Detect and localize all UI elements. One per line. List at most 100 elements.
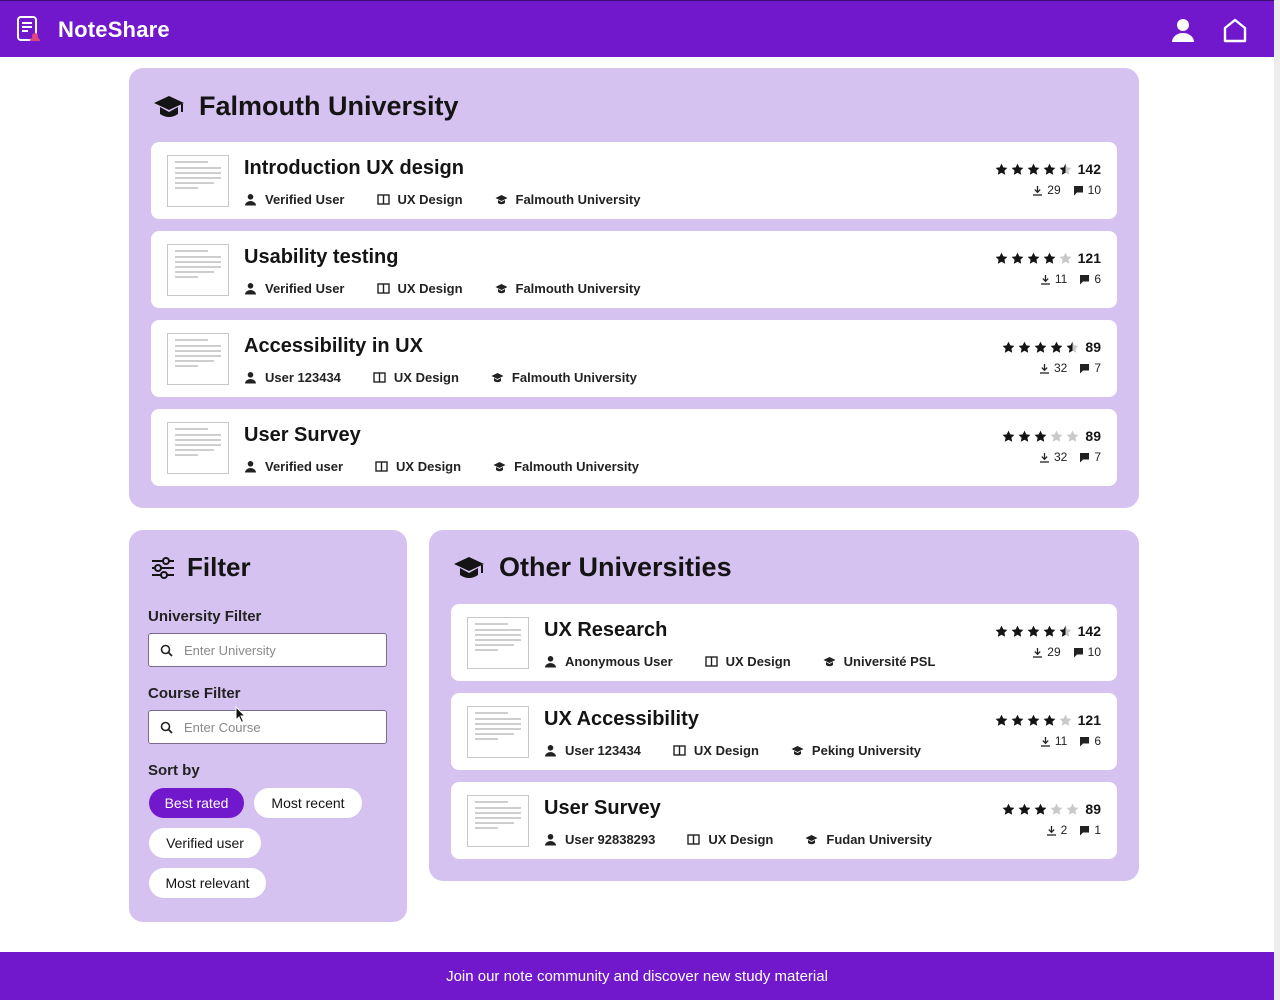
note-meta: User 92838293 UX Design Fudan University [544,832,932,847]
note-title[interactable]: UX Accessibility [544,708,699,731]
download-count: 2 [1046,823,1067,837]
note-author-text: Anonymous User [565,654,673,669]
home-icon[interactable] [1222,17,1248,43]
note-counts: 29 10 [995,183,1101,197]
comment-count-text: 1 [1094,823,1101,837]
comment-icon [1073,647,1083,657]
note-thumbnail[interactable] [167,244,229,296]
note-author: User 123434 [244,370,341,385]
note-meta: Anonymous User UX Design Université PSL [544,654,935,669]
note-title[interactable]: User Survey [544,797,661,820]
note-card[interactable]: UX Research Anonymous User UX Design Univer… [451,604,1117,681]
course-filter-field[interactable] [148,710,387,744]
sliders-icon [152,556,174,579]
note-counts: 11 6 [995,272,1101,286]
note-author-text: User 92838293 [565,832,656,847]
footer-banner: Join our note community and discover new… [0,952,1274,1000]
note-thumbnail[interactable] [167,333,229,385]
note-thumbnail[interactable] [167,155,229,207]
star-filled-icon [1043,252,1056,264]
note-title[interactable]: Introduction UX design [244,157,464,180]
note-rating: 142 [995,161,1101,177]
note-course-text: UX Design [708,832,774,847]
filter-panel: Filter University Filter Course Filter S… [129,530,407,922]
course-filter-input[interactable] [184,719,374,735]
rating-stars [1002,803,1079,816]
note-thumbnail[interactable] [467,617,529,669]
note-author-text: Verified User [265,192,345,207]
note-counts: 11 6 [995,734,1101,748]
note-card[interactable]: UX Accessibility User 123434 UX Design Peki… [451,693,1117,770]
scrollbar[interactable] [1274,0,1280,1000]
note-stats: 121 11 6 [995,250,1101,286]
sort-verified-user-chip[interactable]: Verified user [149,828,261,858]
note-course-text: UX Design [396,459,462,474]
note-author: Verified User [244,192,345,207]
note-course: UX Design [375,459,461,474]
note-title[interactable]: Usability testing [244,246,398,269]
note-thumbnail[interactable] [467,706,529,758]
note-rating: 142 [995,623,1101,639]
star-filled-icon [1027,163,1040,175]
note-rating: 89 [1002,339,1101,355]
comment-icon [1080,452,1090,462]
user-icon [245,283,256,295]
sort-best-rated-chip[interactable]: Best rated [149,788,244,818]
note-card[interactable]: Usability testing Verified User UX Design F… [151,231,1117,308]
download-count-text: 29 [1047,645,1061,659]
note-card[interactable]: User Survey User 92838293 UX Design Fudan U… [451,782,1117,859]
sort-by-label: Sort by [148,762,200,779]
download-icon [1039,452,1049,463]
comment-count-text: 10 [1087,183,1101,197]
user-icon[interactable] [1170,17,1196,43]
star-filled-icon [1011,163,1024,175]
comment-icon [1080,736,1090,746]
star-filled-icon [995,163,1008,175]
note-course-text: UX Design [397,281,463,296]
note-meta: User 123434 UX Design Falmouth University [244,370,637,385]
star-filled-icon [1027,714,1040,726]
download-count: 29 [1032,645,1061,659]
book-icon [376,194,390,205]
sort-most-recent-chip[interactable]: Most recent [254,788,362,818]
note-stats: 142 29 10 [995,161,1101,197]
star-filled-icon [1043,163,1056,175]
book-icon [673,745,686,756]
star-filled-icon [1027,625,1040,637]
comment-icon [1080,825,1090,835]
star-filled-icon [1019,803,1031,815]
comment-count: 10 [1073,183,1101,197]
note-card[interactable]: Accessibility in UX User 123434 UX Design F… [151,320,1117,397]
download-icon [1033,185,1043,196]
user-icon [245,194,256,206]
note-course: UX Design [376,281,463,296]
graduation-cap-icon [823,657,836,667]
falmouth-heading: Falmouth University [199,91,459,121]
note-thumbnail[interactable] [467,795,529,847]
star-filled-icon [1051,341,1063,353]
falmouth-panel: Falmouth University Introduction UX desi… [129,68,1139,508]
comment-count: 10 [1073,645,1101,659]
note-title[interactable]: UX Research [544,619,667,642]
note-title[interactable]: User Survey [244,424,361,447]
notes-logo-icon[interactable] [16,15,42,43]
note-author: Verified user [244,459,343,474]
university-filter-field[interactable] [148,633,387,667]
rating-stars [1002,430,1079,443]
star-empty-icon [1067,430,1079,442]
note-card[interactable]: Introduction UX design Verified User UX De… [151,142,1117,219]
note-course: UX Design [704,654,791,669]
other-universities-panel: Other Universities UX Research Anonymous … [429,530,1139,881]
comment-count: 6 [1079,272,1101,286]
note-course: UX Design [687,832,773,847]
note-course-text: UX Design [393,370,459,385]
note-card[interactable]: User Survey Verified user UX Design Falmout… [151,409,1117,486]
note-university-text: Peking University [811,743,922,758]
sort-most-relevant-chip[interactable]: Most relevant [149,868,266,898]
note-title[interactable]: Accessibility in UX [244,335,423,358]
note-thumbnail[interactable] [167,422,229,474]
star-filled-icon [995,714,1008,726]
star-filled-icon [1035,430,1047,442]
university-filter-input[interactable] [184,642,374,658]
graduation-cap-icon [491,373,504,383]
